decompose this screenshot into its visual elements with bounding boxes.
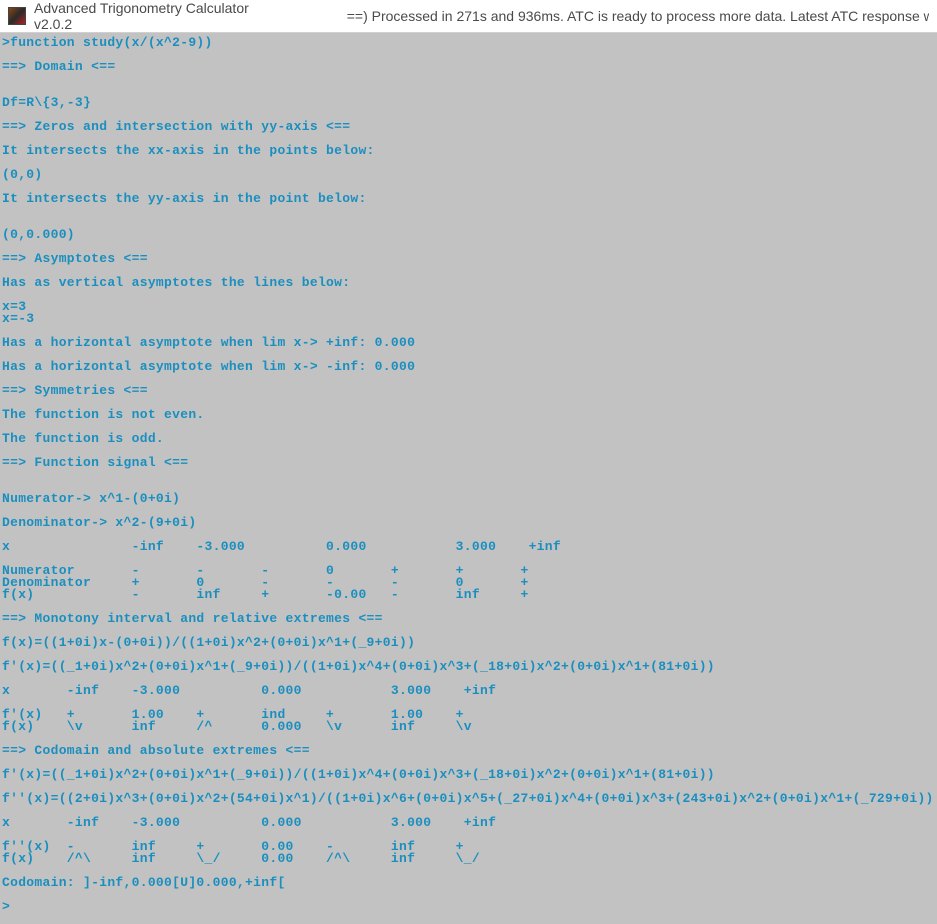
terminal-line: Df=R\{3,-3} <box>2 97 935 109</box>
terminal-line: x=-3 <box>2 313 935 325</box>
terminal-line: x=3 <box>2 301 935 313</box>
terminal-line: Numerator-> x^1-(0+0i) <box>2 493 935 505</box>
terminal-line: It intersects the xx-axis in the points … <box>2 145 935 157</box>
terminal-line <box>2 289 935 301</box>
terminal-line: Denominator-> x^2-(9+0i) <box>2 517 935 529</box>
terminal-line: ==> Asymptotes <== <box>2 253 935 265</box>
terminal-line: x -inf -3.000 0.000 3.000 +inf <box>2 541 935 553</box>
terminal-line <box>2 889 935 901</box>
terminal-line: The function is not even. <box>2 409 935 421</box>
terminal-output[interactable]: >function study(x/(x^2-9)) ==> Domain <==… <box>0 33 937 917</box>
terminal-line <box>2 49 935 61</box>
terminal-line: ==> Codomain and absolute extremes <== <box>2 745 935 757</box>
terminal-line <box>2 217 935 229</box>
status-text: ==) Processed in 271s and 936ms. ATC is … <box>347 8 929 24</box>
terminal-line: f''(x)=((2+0i)x^3+(0+0i)x^2+(54+0i)x^1)/… <box>2 793 935 805</box>
terminal-line: f(x)=((1+0i)x-(0+0i))/((1+0i)x^2+(0+0i)x… <box>2 637 935 649</box>
terminal-line: (0,0) <box>2 169 935 181</box>
app-title: Advanced Trigonometry Calculator v2.0.2 <box>34 0 289 32</box>
terminal-line: (0,0.000) <box>2 229 935 241</box>
terminal-line: Has a horizontal asymptote when lim x-> … <box>2 361 935 373</box>
terminal-line <box>2 85 935 97</box>
terminal-line: f'(x)=((_1+0i)x^2+(0+0i)x^1+(_9+0i))/((1… <box>2 661 935 673</box>
terminal-line: > <box>2 901 935 913</box>
terminal-line <box>2 469 935 481</box>
terminal-line: ==> Symmetries <== <box>2 385 935 397</box>
terminal-line: Has a horizontal asymptote when lim x-> … <box>2 337 935 349</box>
terminal-line <box>2 157 935 169</box>
terminal-line: Has as vertical asymptotes the lines bel… <box>2 277 935 289</box>
terminal-line: It intersects the yy-axis in the point b… <box>2 193 935 205</box>
terminal-line: The function is odd. <box>2 433 935 445</box>
terminal-line: x -inf -3.000 0.000 3.000 +inf <box>2 685 935 697</box>
terminal-line: f(x) /^\ inf \_/ 0.00 /^\ inf \_/ <box>2 853 935 865</box>
terminal-line: f(x) \v inf /^ 0.000 \v inf \v <box>2 721 935 733</box>
terminal-line <box>2 73 935 85</box>
titlebar: Advanced Trigonometry Calculator v2.0.2 … <box>0 0 937 33</box>
terminal-line <box>2 205 935 217</box>
terminal-line: x -inf -3.000 0.000 3.000 +inf <box>2 817 935 829</box>
terminal-line: ==> Function signal <== <box>2 457 935 469</box>
terminal-line: Codomain: ]-inf,0.000[U]0.000,+inf[ <box>2 877 935 889</box>
terminal-line: ==> Domain <== <box>2 61 935 73</box>
terminal-line: ==> Monotony interval and relative extre… <box>2 613 935 625</box>
app-icon <box>8 7 26 25</box>
terminal-line: >function study(x/(x^2-9)) <box>2 37 935 49</box>
terminal-line: f'(x)=((_1+0i)x^2+(0+0i)x^1+(_9+0i))/((1… <box>2 769 935 781</box>
terminal-line: ==> Zeros and intersection with yy-axis … <box>2 121 935 133</box>
terminal-line: f(x) - inf + -0.00 - inf + <box>2 589 935 601</box>
